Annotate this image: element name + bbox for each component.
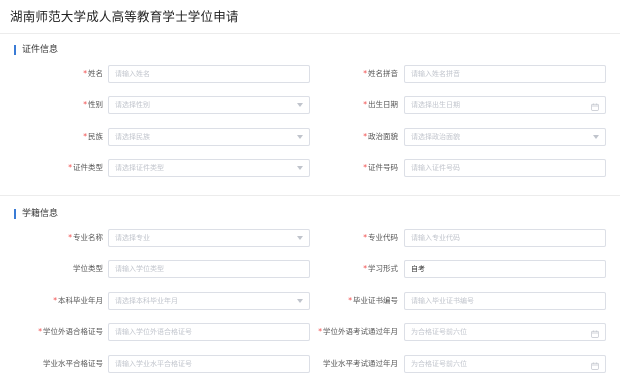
required-marker: * <box>363 264 367 273</box>
text-input[interactable]: 请输入证件号码 <box>404 159 606 177</box>
field-placeholder: 请输入毕业证书编号 <box>411 297 474 305</box>
field-placeholder: 请输入学业水平合格证号 <box>115 360 192 368</box>
date-picker[interactable]: 为合格证号前六位 <box>404 355 606 373</box>
field-label: *毕业证书编号 <box>303 291 398 311</box>
select-field[interactable]: 请选择专业 <box>108 229 310 247</box>
field-label-text: 专业代码 <box>368 233 398 242</box>
field-placeholder: 请选择出生日期 <box>411 101 460 109</box>
required-marker: * <box>363 233 367 242</box>
select-field[interactable]: 请选择性别 <box>108 96 310 114</box>
field-label: *姓名 <box>8 64 103 84</box>
date-picker[interactable]: 请选择出生日期 <box>404 96 606 114</box>
field-label: *民族 <box>8 127 103 147</box>
field-placeholder: 请选择证件类型 <box>115 164 164 172</box>
text-input[interactable]: 请输入毕业证书编号 <box>404 292 606 310</box>
field-label: 学业水平考试通过年月 <box>303 354 398 374</box>
date-picker[interactable]: 为合格证号前六位 <box>404 323 606 341</box>
text-input[interactable]: 请输入学业水平合格证号 <box>108 355 310 373</box>
calendar-icon <box>591 360 599 370</box>
field-placeholder: 请选择民族 <box>115 133 150 141</box>
field-placeholder: 请选择政治面貌 <box>411 133 460 141</box>
field-label: *学位外语合格证号 <box>8 322 103 342</box>
field-label: 学业水平合格证号 <box>8 354 103 374</box>
field-label-text: 政治面貌 <box>368 132 398 141</box>
required-marker: * <box>363 132 367 141</box>
field-label: *学习形式 <box>303 259 398 279</box>
calendar-icon <box>591 101 599 111</box>
field-placeholder: 请输入学位类型 <box>115 265 164 273</box>
text-input[interactable]: 自考 <box>404 260 606 278</box>
field-label: *证件类型 <box>8 158 103 178</box>
field-label-text: 学位外语合格证号 <box>43 327 103 336</box>
required-marker: * <box>38 327 42 336</box>
field-label-text: 民族 <box>88 132 103 141</box>
field-label-text: 学位外语考试通过年月 <box>323 327 398 336</box>
required-marker: * <box>83 100 87 109</box>
select-field[interactable]: 请选择证件类型 <box>108 159 310 177</box>
field-label: *本科毕业年月 <box>8 291 103 311</box>
field-label-text: 本科毕业年月 <box>58 296 103 305</box>
required-marker: * <box>83 69 87 78</box>
text-input[interactable]: 请输入姓名 <box>108 65 310 83</box>
field-placeholder: 请选择专业 <box>115 234 150 242</box>
section-title-cert: 证件信息 <box>14 45 58 55</box>
field-placeholder: 请输入姓名拼音 <box>411 70 460 78</box>
title-divider <box>0 33 620 34</box>
field-label-text: 姓名拼音 <box>368 69 398 78</box>
required-marker: * <box>83 132 87 141</box>
field-label-text: 学业水平考试通过年月 <box>323 359 398 368</box>
field-value: 自考 <box>411 265 425 273</box>
field-placeholder: 请输入学位外语合格证号 <box>115 328 192 336</box>
field-label-text: 出生日期 <box>368 100 398 109</box>
text-input[interactable]: 请输入学位类型 <box>108 260 310 278</box>
section-title-edu: 学籍信息 <box>14 209 58 219</box>
text-input[interactable]: 请输入专业代码 <box>404 229 606 247</box>
required-marker: * <box>68 163 72 172</box>
field-label: *学位外语考试通过年月 <box>303 322 398 342</box>
field-label-text: 毕业证书编号 <box>353 296 398 305</box>
field-label: *证件号码 <box>303 158 398 178</box>
field-label-text: 专业名称 <box>73 233 103 242</box>
field-label: *性别 <box>8 95 103 115</box>
field-placeholder: 请输入专业代码 <box>411 234 460 242</box>
text-input[interactable]: 请输入姓名拼音 <box>404 65 606 83</box>
required-marker: * <box>363 100 367 109</box>
field-placeholder: 请选择性别 <box>115 101 150 109</box>
field-label: 学位类型 <box>8 259 103 279</box>
field-label: *专业名称 <box>8 228 103 248</box>
required-marker: * <box>363 69 367 78</box>
field-label: *专业代码 <box>303 228 398 248</box>
select-field[interactable]: 请选择政治面貌 <box>404 128 606 146</box>
text-input[interactable]: 请输入学位外语合格证号 <box>108 323 310 341</box>
field-label-text: 学习形式 <box>368 264 398 273</box>
field-label-text: 学位类型 <box>73 264 103 273</box>
field-label-text: 性别 <box>88 100 103 109</box>
field-label-text: 学业水平合格证号 <box>43 359 103 368</box>
field-label-text: 证件号码 <box>368 163 398 172</box>
page-title: 湖南师范大学成人高等教育学士学位申请 <box>10 9 239 24</box>
field-placeholder: 请输入姓名 <box>115 70 150 78</box>
field-placeholder: 请选择本科毕业年月 <box>115 297 178 305</box>
required-marker: * <box>68 233 72 242</box>
field-label: *出生日期 <box>303 95 398 115</box>
field-label-text: 证件类型 <box>73 163 103 172</box>
field-placeholder: 为合格证号前六位 <box>411 360 467 368</box>
required-marker: * <box>318 327 322 336</box>
calendar-icon <box>591 328 599 338</box>
required-marker: * <box>363 163 367 172</box>
field-label: *政治面貌 <box>303 127 398 147</box>
field-label: *姓名拼音 <box>303 64 398 84</box>
required-marker: * <box>53 296 57 305</box>
required-marker: * <box>348 296 352 305</box>
chevron-down-icon <box>593 135 599 139</box>
field-label-text: 姓名 <box>88 69 103 78</box>
section-divider <box>0 195 620 196</box>
field-placeholder: 请输入证件号码 <box>411 164 460 172</box>
select-field[interactable]: 请选择民族 <box>108 128 310 146</box>
select-field[interactable]: 请选择本科毕业年月 <box>108 292 310 310</box>
field-placeholder: 为合格证号前六位 <box>411 328 467 336</box>
